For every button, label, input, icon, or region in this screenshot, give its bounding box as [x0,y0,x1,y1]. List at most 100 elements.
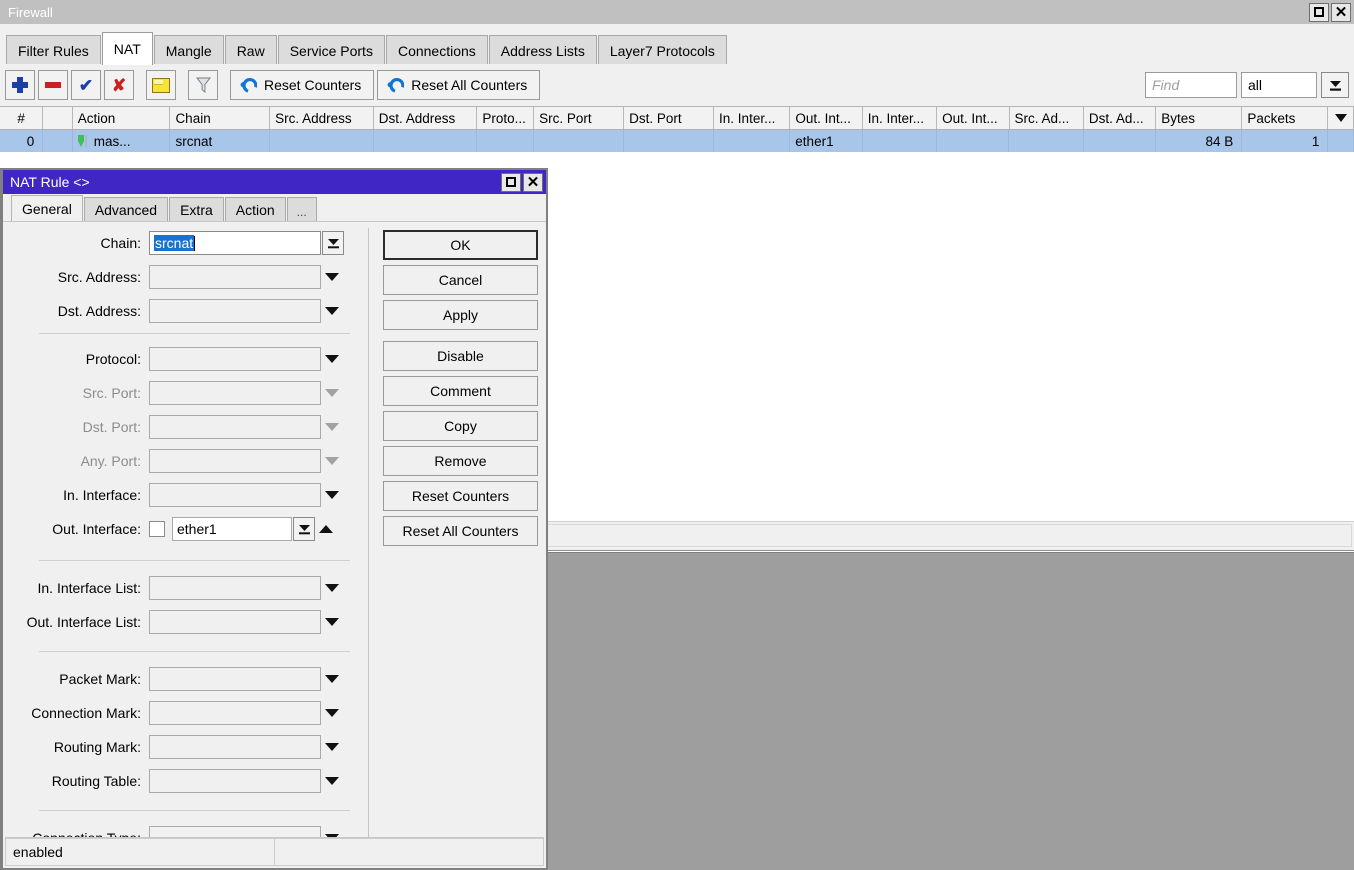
column-header-in-interface[interactable]: In. Inter... [714,107,790,129]
dialog-tab-label: Extra [180,202,213,218]
cancel-button[interactable]: Cancel [383,265,538,295]
maximize-button[interactable] [1309,3,1329,22]
collapse-out-interface-button[interactable] [315,525,337,533]
dialog-form: Chain: srcnat Src. Address: [3,228,369,863]
tab-label: Mangle [166,43,212,59]
tab-filter-rules[interactable]: Filter Rules [6,35,101,65]
column-header-src-address[interactable]: Src. Address [270,107,374,129]
column-header-out-interface-list[interactable]: Out. Int... [937,107,1009,129]
input-routing-table[interactable] [149,769,321,793]
tab-mangle[interactable]: Mangle [154,35,224,65]
dropdown-dst-address[interactable] [321,307,343,315]
tab-connections[interactable]: Connections [386,35,488,65]
dialog-buttons: OK Cancel Apply Disable Comment Copy Rem… [369,228,538,863]
input-protocol[interactable] [149,347,321,371]
dialog-close-button[interactable]: ✕ [523,173,543,192]
close-icon: ✕ [1335,5,1348,20]
reset-all-counters-button[interactable]: Reset All Counters [377,70,540,100]
chevron-down-icon [325,389,339,397]
nat-rule-dialog: NAT Rule <> ✕ General Advanced Extra Act… [0,168,548,870]
dropdown-connection-mark[interactable] [321,709,343,717]
column-header-in-interface-list[interactable]: In. Inter... [863,107,937,129]
input-packet-mark[interactable] [149,667,321,691]
filter-button[interactable] [188,70,218,100]
dropdown-src-address[interactable] [321,273,343,281]
comment-button[interactable]: Comment [383,376,538,406]
dropdown-out-interface-list[interactable] [321,618,343,626]
dropdown-protocol[interactable] [321,355,343,363]
column-header-packets[interactable]: Packets [1242,107,1328,129]
chevron-down-icon [325,618,339,626]
disable-rule-button[interactable]: ✘ [104,70,134,100]
dropdown-chain[interactable] [322,231,344,255]
close-button[interactable]: ✕ [1331,3,1351,22]
enable-rule-button[interactable]: ✔ [71,70,101,100]
tab-address-lists[interactable]: Address Lists [489,35,597,65]
dropdown-in-interface-list[interactable] [321,584,343,592]
input-in-interface-list[interactable] [149,576,321,600]
label-routing-table: Routing Table: [3,773,149,789]
dialog-tab-extra[interactable]: Extra [169,197,224,221]
input-in-interface[interactable] [149,483,321,507]
column-chooser-button[interactable] [1328,107,1354,129]
dropdown-packet-mark[interactable] [321,675,343,683]
column-header-dst-address-list[interactable]: Dst. Ad... [1084,107,1156,129]
add-icon [12,77,28,93]
dialog-body: Chain: srcnat Src. Address: [3,222,546,863]
dialog-tab-action[interactable]: Action [225,197,286,221]
dropdown-out-interface[interactable] [293,517,315,541]
dialog-tab-more[interactable]: ... [287,197,317,221]
dialog-tab-advanced[interactable]: Advanced [84,197,168,221]
ok-button[interactable]: OK [383,230,538,260]
column-header-index[interactable]: # [0,107,43,129]
apply-button[interactable]: Apply [383,300,538,330]
firewall-toolbar: ✔ ✘ Reset Counters [0,64,1354,106]
input-routing-mark[interactable] [149,735,321,759]
dropdown-src-port [321,389,343,397]
dialog-maximize-button[interactable] [501,173,521,192]
copy-button[interactable]: Copy [383,411,538,441]
remove-button[interactable]: Remove [383,446,538,476]
remove-rule-button[interactable] [38,70,68,100]
dialog-tab-general[interactable]: General [11,195,83,221]
input-connection-mark[interactable] [149,701,321,725]
table-row[interactable]: 0 mas... srcnat [0,130,1354,152]
column-header-dst-address[interactable]: Dst. Address [374,107,478,129]
input-src-address[interactable] [149,265,321,289]
tab-raw[interactable]: Raw [225,35,277,65]
tab-nat[interactable]: NAT [102,32,153,65]
dropdown-routing-mark[interactable] [321,743,343,751]
dropdown-routing-table[interactable] [321,777,343,785]
input-chain[interactable]: srcnat [149,231,321,255]
tab-service-ports[interactable]: Service Ports [278,35,385,65]
reset-counters-button[interactable]: Reset Counters [383,481,538,511]
add-rule-button[interactable] [5,70,35,100]
dropdown-in-interface[interactable] [321,491,343,499]
column-header-action[interactable]: Action [73,107,171,129]
column-header-src-address-list[interactable]: Src. Ad... [1010,107,1084,129]
tab-layer7-protocols[interactable]: Layer7 Protocols [598,35,727,65]
checkbox-out-interface-negate[interactable] [149,521,165,537]
reset-all-counters-button[interactable]: Reset All Counters [383,516,538,546]
column-header-protocol[interactable]: Proto... [477,107,534,129]
column-header-out-interface[interactable]: Out. Int... [790,107,862,129]
find-input[interactable]: Find [1145,72,1237,98]
chevron-down-icon [325,709,339,717]
input-dst-address[interactable] [149,299,321,323]
disable-button[interactable]: Disable [383,341,538,371]
column-header-flag[interactable] [43,107,73,129]
column-header-src-port[interactable]: Src. Port [534,107,624,129]
reset-counters-button[interactable]: Reset Counters [230,70,374,100]
input-out-interface[interactable]: ether1 [172,517,292,541]
input-out-interface-list[interactable] [149,610,321,634]
chevron-up-icon [319,525,333,533]
filter-select[interactable]: all [1241,72,1317,98]
comment-button[interactable] [146,70,176,100]
column-header-bytes[interactable]: Bytes [1156,107,1242,129]
cell-flag [43,130,73,152]
dropdown-dst-port [321,423,343,431]
column-header-chain[interactable]: Chain [170,107,270,129]
column-header-dst-port[interactable]: Dst. Port [624,107,714,129]
filter-select-value: all [1248,77,1262,93]
filter-select-dropdown-button[interactable] [1321,72,1349,98]
